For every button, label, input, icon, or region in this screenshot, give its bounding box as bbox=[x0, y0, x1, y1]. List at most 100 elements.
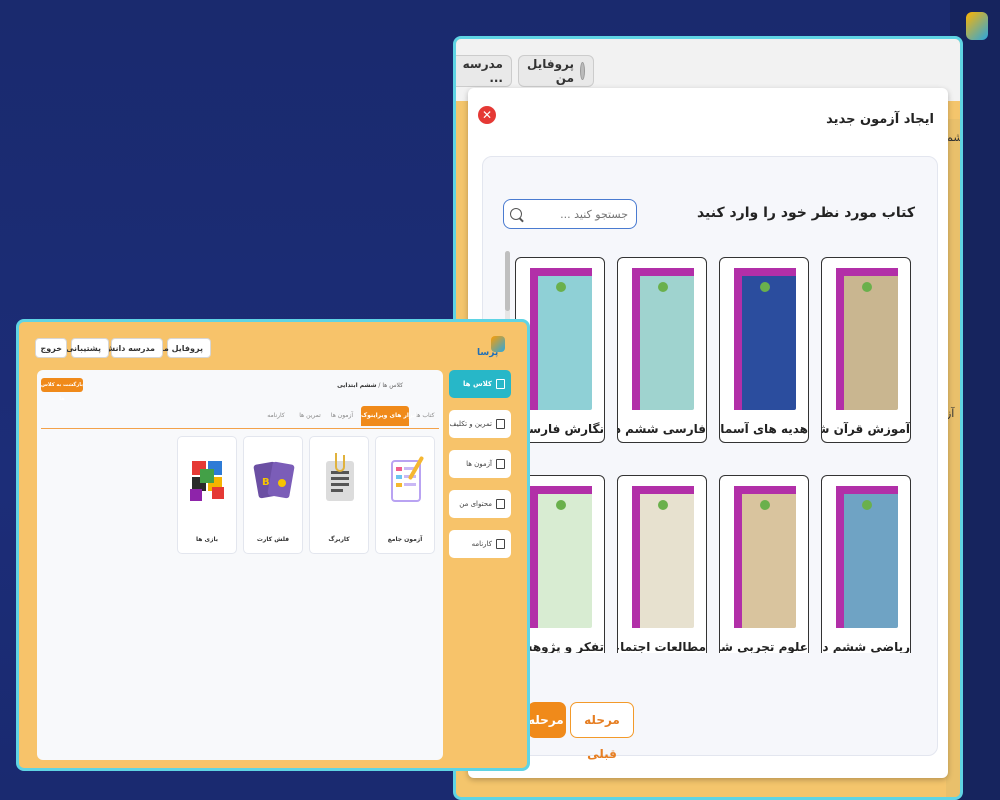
book-spine bbox=[530, 268, 538, 410]
back-to-classes-button[interactable]: بازگشت به کلاس ها bbox=[41, 378, 83, 402]
breadcrumb-current: ششم ابتدایی bbox=[337, 382, 377, 389]
book-cover bbox=[530, 486, 592, 628]
profile-button[interactable]: پروفایل من bbox=[157, 338, 211, 358]
book-title: علوم تجربی ششم دبستان bbox=[720, 640, 808, 653]
school-button[interactable]: مدرسه ... bbox=[456, 55, 512, 87]
emblem-icon bbox=[862, 500, 872, 510]
book-title: فارسی ششم دبستان bbox=[618, 422, 706, 436]
school-label: مدرسه دانش bbox=[104, 343, 155, 353]
tab-exercises[interactable]: تمرین ها bbox=[295, 406, 325, 426]
school-label: مدرسه ... bbox=[462, 57, 503, 85]
book-spine bbox=[734, 486, 742, 628]
book-card[interactable]: ریاضی ششم دبستان bbox=[821, 475, 911, 653]
book-spine bbox=[836, 268, 844, 410]
emblem-icon bbox=[556, 282, 566, 292]
book-top-edge bbox=[734, 268, 796, 276]
book-cover bbox=[836, 486, 898, 628]
report-icon bbox=[496, 539, 505, 549]
avatar-icon bbox=[580, 62, 585, 80]
tool-label: فلش کارت bbox=[256, 536, 290, 543]
book-card[interactable]: مطالعات اجتماعی ششم دبستان bbox=[617, 475, 707, 653]
nav-item-classes[interactable]: کلاس ها bbox=[449, 370, 511, 398]
tool-label: بازی ها bbox=[196, 536, 218, 543]
app-logo-icon bbox=[966, 12, 988, 40]
emblem-icon bbox=[658, 500, 668, 510]
modal-title: ایجاد آزمون جدید bbox=[826, 112, 934, 127]
logout-label: خروج bbox=[40, 343, 62, 353]
breadcrumb-root[interactable]: کلاس ها bbox=[382, 382, 403, 389]
worksheet-icon bbox=[326, 453, 354, 501]
emblem-icon bbox=[760, 282, 770, 292]
window-side-strip bbox=[946, 119, 960, 797]
create-exam-modal: ایجاد آزمون جدید ✕ کتاب مورد نظر خود را … bbox=[468, 88, 948, 778]
next-step-button[interactable]: مرحله بعدی bbox=[528, 702, 566, 738]
book-spine bbox=[632, 268, 640, 410]
profile-label: پروفایل من bbox=[527, 57, 575, 85]
book-top-edge bbox=[734, 486, 796, 494]
book-picker-panel: کتاب مورد نظر خود را وارد کنید آموزش قرآ… bbox=[482, 156, 938, 756]
tab-report-card[interactable]: کارنامه bbox=[261, 406, 291, 426]
tool-label: آزمون جامع bbox=[387, 536, 423, 543]
tool-label: کاربرگ bbox=[328, 536, 350, 543]
scrollbar-thumb[interactable] bbox=[505, 251, 510, 311]
nav-item-label: کارنامه bbox=[471, 540, 492, 548]
nav-item-homework[interactable]: تمرین و تکلیف bbox=[449, 410, 511, 438]
nav-item-exams[interactable]: آزمون ها bbox=[449, 450, 511, 478]
emblem-icon bbox=[556, 500, 566, 510]
book-spine bbox=[836, 486, 844, 628]
close-icon[interactable]: ✕ bbox=[478, 106, 496, 124]
tool-card-worksheet[interactable]: کاربرگ bbox=[309, 436, 369, 554]
nav-item-label: کلاس ها bbox=[463, 380, 492, 388]
tab-tools[interactable]: ابزار های ویراینوک bbox=[361, 406, 417, 426]
nav-item-report-card[interactable]: کارنامه bbox=[449, 530, 511, 558]
book-top-edge bbox=[632, 268, 694, 276]
book-top-edge bbox=[632, 486, 694, 494]
book-cover bbox=[632, 486, 694, 628]
book-card[interactable]: فارسی ششم دبستان bbox=[617, 257, 707, 443]
breadcrumb: کلاس ها / ششم ابتدایی bbox=[337, 382, 403, 389]
search-icon bbox=[510, 208, 522, 220]
nav-item-label: محتوای من bbox=[459, 500, 492, 508]
tab-bar: کتاب ها ابزار های ویراینوک آزمون ها تمری… bbox=[41, 404, 439, 429]
book-title: ریاضی ششم دبستان bbox=[822, 640, 910, 653]
book-card[interactable]: هدیه های آسمان ششم دبستان bbox=[719, 257, 809, 443]
book-cover bbox=[530, 268, 592, 410]
exam-icon bbox=[496, 459, 505, 469]
logout-button[interactable]: خروج bbox=[35, 338, 67, 358]
emblem-icon bbox=[658, 282, 668, 292]
nav-item-my-content[interactable]: محتوای من bbox=[449, 490, 511, 518]
book-spine bbox=[530, 486, 538, 628]
book-cover bbox=[734, 268, 796, 410]
book-top-edge bbox=[836, 486, 898, 494]
tool-card-games[interactable]: بازی ها bbox=[177, 436, 237, 554]
school-selector[interactable]: مدرسه دانش ⌄ bbox=[96, 338, 163, 358]
support-button[interactable]: پشتیبانی bbox=[66, 338, 109, 358]
brand-logo: پرسا bbox=[477, 336, 509, 360]
classes-icon bbox=[496, 379, 505, 389]
book-top-edge bbox=[530, 486, 592, 494]
search-input[interactable] bbox=[522, 206, 630, 222]
book-top-edge bbox=[836, 268, 898, 276]
emblem-icon bbox=[760, 500, 770, 510]
book-card[interactable]: علوم تجربی ششم دبستان bbox=[719, 475, 809, 653]
book-spine bbox=[734, 268, 742, 410]
profile-label: پروفایل من bbox=[156, 343, 203, 353]
flashcard-icon: B bbox=[253, 461, 295, 499]
tab-exams[interactable]: آزمون ها bbox=[327, 406, 357, 426]
previous-step-button[interactable]: مرحله قبلی bbox=[570, 702, 634, 761]
profile-button[interactable]: پروفایل من bbox=[518, 55, 594, 87]
nav-item-label: تمرین و تکلیف bbox=[449, 420, 492, 428]
edge-text: شم bbox=[946, 131, 963, 144]
logo-text: پرسا bbox=[477, 348, 499, 358]
book-picker-title: کتاب مورد نظر خود را وارد کنید bbox=[696, 205, 915, 221]
book-card[interactable]: آموزش قرآن ششم دبستان bbox=[821, 257, 911, 443]
book-cover bbox=[836, 268, 898, 410]
nav-item-label: آزمون ها bbox=[466, 460, 492, 468]
puzzle-icon bbox=[190, 461, 224, 501]
book-search[interactable] bbox=[503, 199, 637, 229]
tool-card-exam[interactable]: آزمون جامع bbox=[375, 436, 435, 554]
book-grid: آموزش قرآن ششم دبستان هدیه های آسمان ششم … bbox=[515, 255, 915, 653]
tool-card-flashcard[interactable]: B فلش کارت bbox=[243, 436, 303, 554]
content-icon bbox=[496, 499, 505, 509]
class-window: پرسا پروفایل من مدرسه دانش ⌄ پشتیبانی خر… bbox=[16, 319, 530, 771]
